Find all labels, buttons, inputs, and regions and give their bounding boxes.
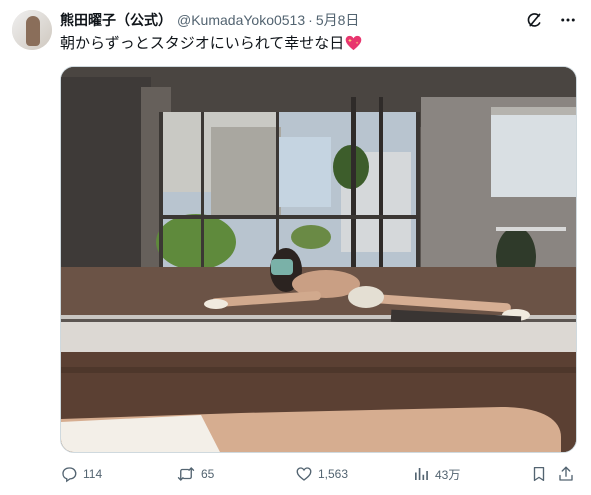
reply-button[interactable]: 114 (60, 465, 102, 483)
repost-button[interactable]: 65 (176, 465, 214, 483)
view-count: 43万 (435, 467, 461, 482)
share-icon (559, 466, 573, 481)
views-button[interactable]: 43万 (412, 465, 460, 483)
like-button[interactable]: 1,563 (295, 465, 348, 483)
like-icon (296, 467, 312, 481)
more-icon[interactable] (557, 9, 579, 31)
reply-icon (62, 467, 77, 483)
separator-dot: · (308, 12, 313, 28)
top-actions (523, 9, 579, 31)
sparkling-heart-icon (345, 35, 362, 57)
post-text: 朝からずっとスタジオにいられて幸せな日 (60, 35, 345, 52)
share-button[interactable] (557, 465, 575, 483)
bookmark-icon (533, 466, 545, 482)
reply-count: 114 (83, 467, 103, 481)
post-header: 熊田曜子（公式） @KumadaYoko0513 · 5月8日 (60, 11, 359, 29)
grok-icon[interactable] (523, 9, 545, 31)
bookmark-button[interactable] (530, 465, 548, 483)
post-text-line: 朝からずっとスタジオにいられて幸せな日 (60, 34, 362, 57)
display-name[interactable]: 熊田曜子（公式） (60, 10, 172, 30)
photo-scene (61, 67, 576, 452)
post[interactable]: 熊田曜子（公式） @KumadaYoko0513 · 5月8日 朝からずっとスタ… (0, 0, 591, 495)
avatar[interactable] (12, 10, 52, 50)
action-bar: 114 65 1,563 43万 (60, 465, 577, 487)
like-count: 1,563 (318, 467, 349, 481)
repost-count: 65 (201, 467, 215, 481)
user-handle[interactable]: @KumadaYoko0513 (177, 12, 305, 28)
views-icon (415, 468, 428, 480)
post-photo[interactable] (60, 66, 577, 453)
post-date[interactable]: 5月8日 (316, 10, 360, 30)
repost-icon (177, 467, 195, 481)
avatar-figure (26, 16, 40, 46)
